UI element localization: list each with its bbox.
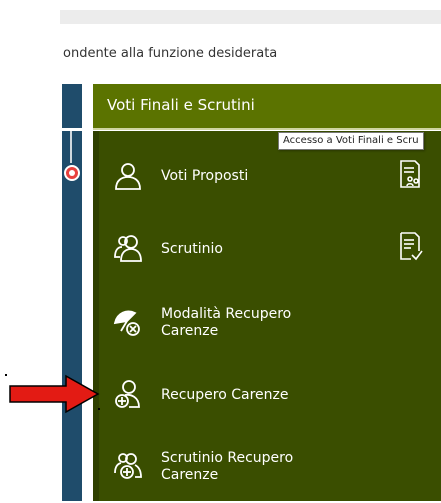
- menu-item-label: Voti Proposti: [161, 168, 249, 184]
- group-icon: [114, 235, 142, 262]
- menu-item-scrutinio[interactable]: Scrutinio: [99, 213, 441, 285]
- menu-item-voti-proposti[interactable]: Voti Proposti: [99, 141, 441, 213]
- tooltip: Accesso a Voti Finali e Scru: [278, 132, 424, 150]
- left-panel-header: [62, 84, 82, 128]
- menu-item-recupero-carenze[interactable]: Recupero Carenze: [99, 359, 441, 431]
- marker-dot: [5, 374, 7, 376]
- instruction-text: ondente alla funzione desiderata: [63, 46, 278, 61]
- red-arrow-icon: [9, 374, 100, 414]
- left-panel-line: [70, 131, 72, 163]
- menu-item-label: Recupero Carenze: [161, 387, 289, 403]
- menu-item-label-line2: Carenze: [161, 323, 219, 339]
- notification-badge-icon[interactable]: [64, 165, 80, 181]
- menu-header-title: Voti Finali e Scrutini: [107, 96, 255, 114]
- menu-item-label-line1: Scrutinio Recupero: [161, 450, 294, 466]
- left-panel: [62, 131, 82, 501]
- person-plus-icon: [115, 380, 140, 408]
- menu-item-label-line1: Modalità Recupero: [161, 306, 292, 322]
- umbrella-cancel-icon: [113, 310, 140, 336]
- menu-panel: Voti Proposti Scrutinio Modalità Recuper…: [93, 131, 441, 501]
- menu-item-scrutinio-recupero-carenze[interactable]: Scrutinio Recupero Carenze: [99, 431, 441, 503]
- menu-item-label: Scrutinio: [161, 241, 223, 257]
- menu-header[interactable]: Voti Finali e Scrutini: [93, 84, 441, 130]
- document-check-icon[interactable]: [399, 231, 423, 261]
- menu-item-label-line2: Carenze: [161, 467, 219, 483]
- group-plus-icon: [114, 453, 142, 479]
- person-icon: [115, 163, 141, 190]
- document-people-icon[interactable]: [399, 159, 423, 189]
- menu-item-modalita-recupero-carenze[interactable]: Modalità Recupero Carenze: [99, 287, 441, 359]
- top-bar: [60, 10, 441, 24]
